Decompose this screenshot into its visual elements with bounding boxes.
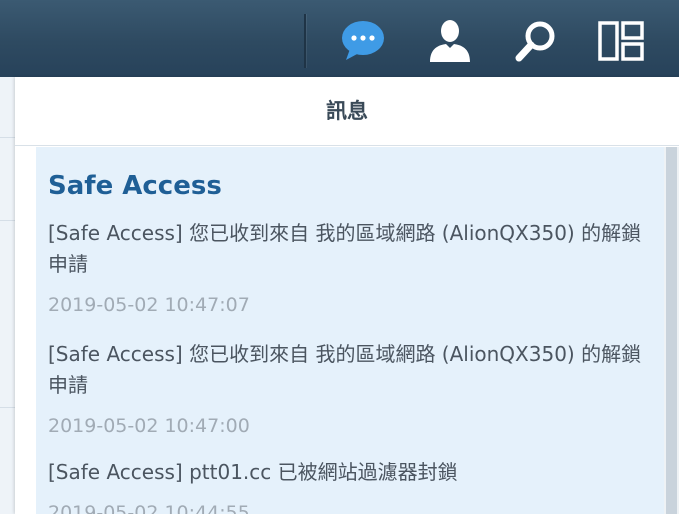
chat-icon [342, 21, 384, 60]
message-text: [Safe Access] ptt01.cc 已被網站過濾器封鎖 [48, 460, 458, 484]
widgets-button[interactable] [598, 18, 644, 64]
user-button[interactable] [427, 18, 473, 64]
background-divider [0, 407, 15, 408]
background-window [0, 77, 16, 514]
scrollbar-thumb[interactable] [666, 147, 677, 514]
message-text: [Safe Access] 您已收到來自 我的區域網路 (AlionQX350)… [48, 342, 642, 397]
search-button[interactable] [513, 18, 559, 64]
scrollbar[interactable] [664, 147, 679, 514]
panel-header: 訊息 [15, 77, 679, 146]
user-icon [430, 20, 470, 62]
message-timestamp: 2019-05-02 10:44:55 [48, 502, 250, 514]
message-timestamp: 2019-05-02 10:47:07 [48, 294, 250, 316]
notification-panel: 訊息 Safe Access [Safe Access] 您已收到來自 我的區域… [15, 77, 679, 514]
message-item[interactable]: [Safe Access] 您已收到來自 我的區域網路 (AlionQX350)… [48, 218, 648, 316]
message-item[interactable]: [Safe Access] 您已收到來自 我的區域網路 (AlionQX350)… [48, 339, 648, 437]
toolbar-divider [304, 14, 306, 68]
message-item[interactable]: [Safe Access] ptt01.cc 已被網站過濾器封鎖 2019-05… [48, 457, 648, 514]
message-group-title: Safe Access [48, 171, 222, 201]
widgets-icon [598, 21, 644, 61]
message-text: [Safe Access] 您已收到來自 我的區域網路 (AlionQX350)… [48, 221, 642, 276]
message-timestamp: 2019-05-02 10:47:00 [48, 415, 250, 437]
search-icon [515, 21, 555, 62]
background-divider [0, 137, 15, 138]
notifications-button[interactable] [340, 18, 386, 64]
message-list[interactable]: Safe Access [Safe Access] 您已收到來自 我的區域網路 … [36, 147, 664, 514]
panel-title: 訊息 [326, 99, 368, 123]
top-bar [0, 0, 679, 77]
background-divider [0, 220, 15, 221]
